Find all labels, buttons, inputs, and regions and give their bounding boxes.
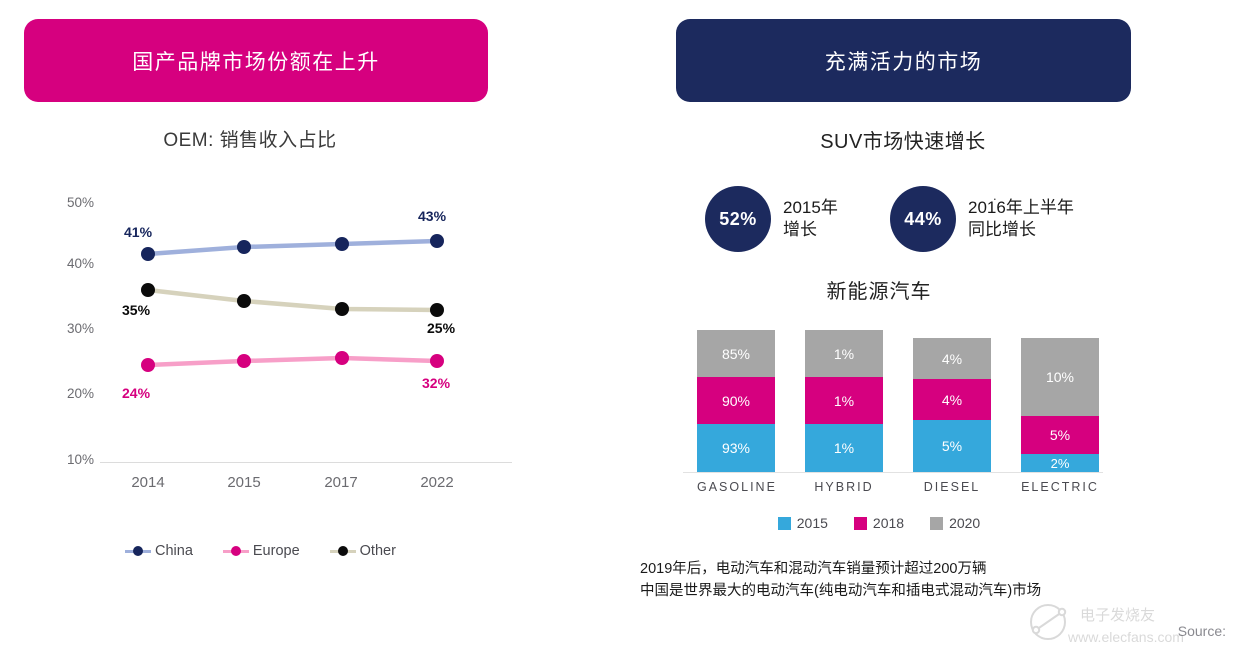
x-tick-2017: 2017 — [324, 474, 358, 491]
right-panel-header: 充满活力的市场 — [676, 19, 1131, 102]
stat-label-2015: 2015年 增长 — [783, 197, 838, 242]
right-header-title: 充满活力的市场 — [824, 50, 983, 74]
point-china-2022 — [430, 234, 444, 248]
point-china-2014 — [141, 247, 155, 261]
annotation-other-2022: 25% — [427, 320, 456, 336]
point-europe-2017 — [335, 351, 349, 365]
legend-label-other: Other — [359, 543, 396, 559]
stat-label-2016: 2016年上半年 同比增长 — [968, 197, 1074, 242]
point-china-2015 — [237, 240, 251, 254]
x-tick-2015: 2015 — [227, 474, 261, 491]
bar-legend-swatch-2020 — [930, 516, 944, 530]
point-other-2017 — [335, 302, 349, 316]
point-other-2015 — [237, 294, 251, 308]
bar-legend-label-2015: 2015 — [796, 515, 828, 531]
segment-electric-2020: 10% — [1021, 338, 1099, 416]
footnote-line-2: 中国是世界最大的电动汽车(纯电动汽车和插电式混动汽车)市场 — [640, 583, 1042, 600]
stat-circle-44: 44% — [890, 186, 956, 252]
line-chart-legend: China Europe Other — [125, 543, 396, 559]
bar-legend-label-2018: 2018 — [872, 515, 905, 531]
bar-column-gasoline: 85% 90% 93% GASOLINE — [697, 330, 775, 494]
bar-column-diesel: 4% 4% 5% DIESEL — [913, 330, 991, 494]
legend-item-europe[interactable]: Europe — [222, 543, 300, 559]
segment-hybrid-2015: 1% — [805, 424, 883, 472]
bar-category-hybrid: HYBRID — [814, 480, 874, 494]
oem-chart-title: OEM: 销售收入占比 — [163, 130, 337, 151]
bar-category-gasoline: GASOLINE — [697, 480, 777, 494]
point-europe-2014 — [141, 358, 155, 372]
legend-marker-other — [329, 546, 356, 556]
bar-column-electric: 10% 5% 2% ELECTRIC — [1021, 330, 1099, 494]
stat-value-44: 44% — [904, 208, 942, 229]
stat-label-2016-line1: 2016年上半年 — [968, 197, 1074, 217]
bar-legend-swatch-2018 — [853, 516, 867, 530]
segment-diesel-2020: 4% — [913, 338, 991, 379]
footnote-line-1: 2019年后，电动汽车和混动汽车销量预计超过200万辆 — [640, 561, 987, 577]
bar-category-diesel: DIESEL — [923, 480, 981, 494]
stat-label-2015-line1: 2015年 — [783, 197, 838, 217]
nev-section-title: 新能源汽车 — [826, 281, 932, 303]
point-other-2014 — [141, 283, 155, 297]
x-tick-2022: 2022 — [420, 474, 454, 491]
legend-item-other[interactable]: Other — [329, 543, 396, 559]
segment-hybrid-2018: 1% — [805, 377, 883, 424]
point-china-2017 — [335, 237, 349, 251]
bar-column-hybrid: 1% 1% 1% HYBRID — [805, 330, 883, 494]
decorative-dot: . — [993, 188, 997, 203]
line-chart: 50% 40% 30% 20% 10% 41% 43% 35% 25% 24% … — [0, 180, 560, 500]
segment-electric-2018: 5% — [1021, 416, 1099, 454]
footnote: 2019年后，电动汽车和混动汽车销量预计超过200万辆 中国是世界最大的电动汽车… — [640, 558, 1160, 603]
legend-item-china[interactable]: China — [125, 543, 193, 559]
stat-circle-52: 52% — [705, 186, 771, 252]
bar-legend-item-2015[interactable]: 2015 — [777, 515, 828, 531]
left-header-title: 国产品牌市场份额在上升 — [132, 50, 380, 74]
bar-legend-item-2018[interactable]: 2018 — [853, 515, 905, 531]
right-panel: 充满活力的市场 — [623, 0, 1246, 651]
point-europe-2015 — [237, 354, 251, 368]
segment-gasoline-2020: 85% — [697, 330, 775, 377]
annotation-china-2022: 43% — [418, 208, 447, 224]
left-panel-header: 国产品牌市场份额在上升 — [24, 19, 488, 102]
stat-2015-growth: 52% 2015年 增长 — [705, 186, 838, 252]
stat-value-52: 52% — [719, 208, 757, 229]
annotation-europe-2022: 32% — [422, 375, 451, 391]
bar-legend-item-2020[interactable]: 2020 — [930, 515, 980, 531]
legend-label-china: China — [155, 543, 193, 559]
source-label: Source: — [1177, 623, 1226, 639]
segment-gasoline-2015: 93% — [697, 424, 775, 472]
point-europe-2022 — [430, 354, 444, 368]
segment-hybrid-2020: 1% — [805, 330, 883, 377]
segment-gasoline-2018: 90% — [697, 377, 775, 424]
line-series-svg — [145, 238, 440, 368]
bar-chart-legend: 2015 2018 2020 — [623, 515, 1135, 531]
bar-category-electric: ELECTRIC — [1021, 480, 1099, 494]
legend-label-europe: Europe — [252, 543, 300, 559]
stat-label-2016-line2: 同比增长 — [968, 220, 1036, 239]
stat-label-2015-line2: 增长 — [783, 220, 817, 239]
legend-marker-china — [125, 546, 151, 556]
segment-diesel-2018: 4% — [913, 379, 991, 420]
suv-section-title: SUV市场快速增长 — [820, 131, 986, 153]
bar-legend-label-2020: 2020 — [949, 515, 981, 531]
segment-diesel-2015: 5% — [913, 420, 991, 472]
legend-marker-europe — [222, 546, 249, 556]
stat-2016-growth: 44% 2016年上半年 同比增长 — [890, 186, 1074, 252]
point-other-2022 — [430, 303, 444, 317]
segment-electric-2015: 2% — [1021, 454, 1099, 472]
left-panel: 国产品牌市场份额在上升 OEM: 销售收入占比 50% 40% 30% 20% … — [0, 0, 623, 651]
annotation-other-2014: 35% — [122, 302, 151, 318]
annotation-europe-2014: 24% — [122, 385, 151, 401]
x-tick-2014: 2014 — [131, 474, 165, 491]
stacked-bar-chart: 85% 90% 93% GASOLINE 1% 1% 1% HYBRID 4% … — [683, 330, 1143, 540]
annotation-china-2014: 41% — [124, 224, 153, 240]
bar-legend-swatch-2015 — [777, 516, 791, 530]
